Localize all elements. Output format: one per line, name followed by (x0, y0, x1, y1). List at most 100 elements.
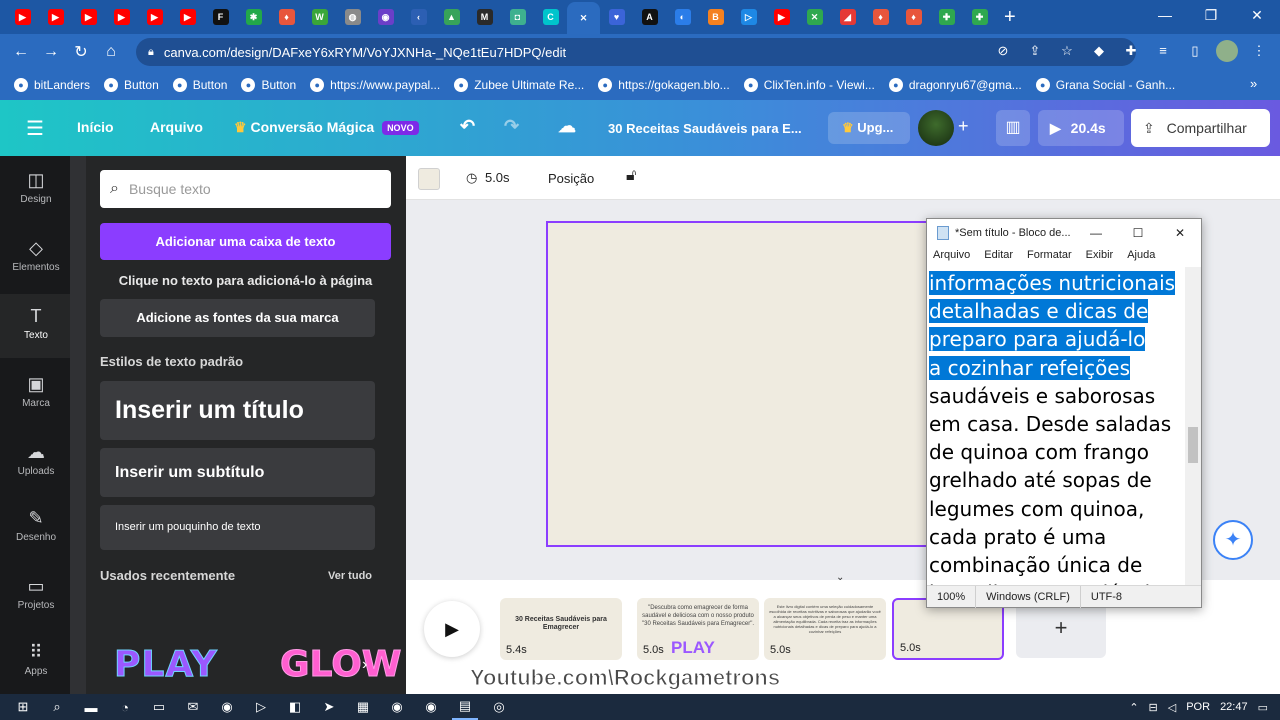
present-play-button[interactable]: ▶ 20.4s (1038, 110, 1124, 146)
explorer-folder-icon[interactable]: ▭ (146, 694, 172, 720)
browser-tab[interactable]: ◘ (501, 3, 534, 31)
browser-tab[interactable]: ◢ (831, 3, 864, 31)
position-button[interactable]: Posição (548, 171, 594, 186)
bookmark-star-icon[interactable]: ☆ (1056, 40, 1078, 62)
background-color-swatch[interactable] (418, 168, 440, 190)
browser-tab[interactable]: ▶ (171, 3, 204, 31)
bookmark-item[interactable]: ● https://www.paypal... (310, 78, 440, 92)
browser-tab[interactable]: ▷ (732, 3, 765, 31)
scroll-thumb[interactable] (1188, 427, 1198, 463)
browser-tab[interactable]: ♦ (270, 3, 303, 31)
search-input[interactable]: ⌕ Busque texto (100, 170, 391, 208)
mail-icon[interactable]: ✉ (180, 694, 206, 720)
notifications-icon[interactable]: ▭ (1258, 701, 1268, 714)
side-panel-icon[interactable]: ▯ (1184, 40, 1206, 62)
browser-tab[interactable]: C (534, 3, 567, 31)
windows-start-icon[interactable]: ⊞ (10, 694, 36, 720)
browser-tab[interactable]: ✚ (930, 3, 963, 31)
home-icon[interactable]: ⌂ (96, 43, 126, 61)
chevron-down-icon[interactable]: ⌄ (836, 572, 844, 583)
rail-item-elementos[interactable]: ◇ Elementos (0, 238, 72, 302)
browser-tab[interactable]: ▶ (138, 3, 171, 31)
maximize-icon[interactable]: ☐ (1117, 219, 1159, 247)
notepad-menu-item[interactable]: Exibir (1086, 249, 1114, 261)
notepad-icon[interactable]: ▤ (452, 694, 478, 720)
browser-tab[interactable]: ▶ (765, 3, 798, 31)
notepad-menu-item[interactable]: Ajuda (1127, 249, 1155, 261)
browser-tab[interactable]: A (633, 3, 666, 31)
rail-item-uploads[interactable]: ☁ Uploads (0, 442, 72, 506)
clapper-icon[interactable]: ▦ (350, 694, 376, 720)
rail-item-desenho[interactable]: ✎ Desenho (0, 508, 72, 572)
file-menu[interactable]: Arquivo (150, 119, 203, 135)
recent-glow-text[interactable]: GLOW (280, 644, 403, 686)
browser-tab[interactable]: F (204, 3, 237, 31)
bookmark-item[interactable]: ● Grana Social - Ganh... (1035, 78, 1175, 92)
menu-dots-icon[interactable]: ⋮ (1248, 40, 1270, 62)
site-info-icon[interactable]: 🔒︎ (148, 46, 154, 59)
notepad-text-area[interactable]: informações nutricionais detalhadas e dic… (929, 269, 1187, 585)
browser-tab[interactable]: ◍ (336, 3, 369, 31)
bookmark-item[interactable]: ● Zubee Ultimate Re... (454, 78, 584, 92)
edge-icon[interactable]: ◔ (112, 694, 138, 720)
forward-icon[interactable]: → (36, 43, 66, 61)
panel-scrollbar[interactable] (70, 156, 86, 694)
browser-tab[interactable]: M (468, 3, 501, 31)
search-icon[interactable]: ⌕ (44, 694, 70, 720)
redo-icon[interactable]: ↷ (504, 116, 519, 137)
close-window-icon[interactable]: ✕ (1234, 0, 1280, 30)
url-input[interactable]: 🔒︎ canva.com/design/DAFxeY6xRYM/VoYJXNHa… (136, 38, 1136, 66)
subheading-style[interactable]: Inserir um subtítulo (100, 448, 375, 497)
back-icon[interactable]: ← (6, 43, 36, 61)
notepad-menu-item[interactable]: Editar (984, 249, 1013, 261)
more-bookmarks-icon[interactable]: » (1250, 76, 1257, 91)
rail-item-marca[interactable]: ▣ Marca (0, 374, 72, 438)
browser-tab[interactable]: B (699, 3, 732, 31)
upgrade-button[interactable]: ♛ Upg... (828, 112, 910, 144)
design-page[interactable] (546, 221, 931, 547)
extensions-icon[interactable]: ✚ (1120, 40, 1142, 62)
body-style[interactable]: Inserir um pouquinho de texto (100, 505, 375, 550)
bookmark-item[interactable]: ● ClixTen.info - Viewi... (743, 78, 875, 92)
app-icon[interactable]: ◧ (282, 694, 308, 720)
browser-tab[interactable]: ▲ (435, 3, 468, 31)
profile-avatar[interactable] (1216, 40, 1238, 62)
cloud-saved-icon[interactable]: ☁ (558, 116, 576, 137)
see-all-link[interactable]: Ver tudo (328, 570, 372, 582)
bookmark-item[interactable]: ● bitLanders (14, 78, 90, 92)
browser-tab[interactable]: ✕ (567, 2, 600, 34)
browser-tab[interactable]: ♦ (897, 3, 930, 31)
bookmark-item[interactable]: ● dragonryu67@gma... (888, 78, 1022, 92)
browser-tab[interactable]: ✱ (237, 3, 270, 31)
app-icon[interactable]: ▷ (248, 694, 274, 720)
browser-tab[interactable]: ▶ (39, 3, 72, 31)
share-page-icon[interactable]: ⇪ (1024, 40, 1046, 62)
chrome-icon[interactable]: ◉ (214, 694, 240, 720)
notepad-menu-item[interactable]: Formatar (1027, 249, 1072, 261)
browser-tab[interactable]: ▶ (72, 3, 105, 31)
browser-tab[interactable]: ‹ (402, 3, 435, 31)
page-thumbnail[interactable]: 30 Receitas Saudáveis para Emagrecer 5.4… (500, 598, 622, 660)
duration-control[interactable]: ◷ 5.0s (466, 170, 510, 186)
browser-tab[interactable]: ▶ (6, 3, 39, 31)
rail-item-design[interactable]: ◫ Design (0, 170, 72, 234)
invite-plus-icon[interactable]: + (958, 116, 969, 137)
brand-fonts-button[interactable]: Adicione as fontes da sua marca (100, 299, 375, 337)
volume-icon[interactable]: ◁ (1168, 701, 1176, 714)
document-title[interactable]: 30 Receitas Saudáveis para E... (608, 121, 802, 136)
bookmark-item[interactable]: ● Button (104, 78, 159, 92)
browser-tab[interactable]: ✕ (798, 3, 831, 31)
network-icon[interactable]: ⊟ (1149, 701, 1158, 714)
lock-icon[interactable]: 🔓︎ (626, 167, 636, 185)
chrome-icon[interactable]: ◉ (418, 694, 444, 720)
share-button[interactable]: ⇪ Compartilhar (1131, 109, 1270, 147)
eye-off-icon[interactable]: ⊘ (992, 40, 1014, 62)
rail-item-texto[interactable]: T Texto (0, 294, 72, 358)
bookmark-item[interactable]: ● Button (241, 78, 296, 92)
insights-icon[interactable]: ▥ (996, 110, 1030, 146)
notepad-scrollbar[interactable] (1185, 267, 1201, 585)
magic-assistant-icon[interactable]: ✦ (1213, 520, 1253, 560)
bookmark-item[interactable]: ● https://gokagen.blo... (598, 78, 730, 92)
bookmark-item[interactable]: ● Button (172, 78, 227, 92)
user-avatar[interactable] (918, 110, 954, 146)
